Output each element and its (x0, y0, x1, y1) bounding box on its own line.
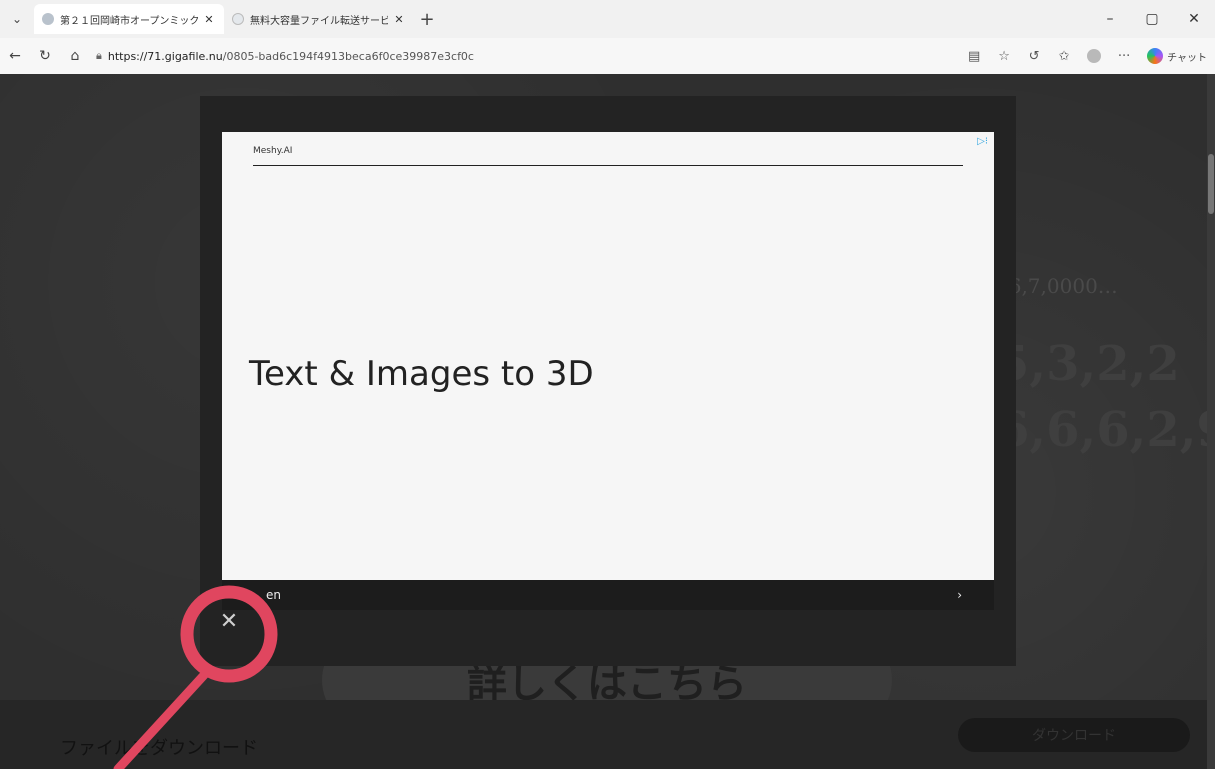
ad-creative[interactable]: Meshy.AI ▷⁝ Text & Images to 3D (222, 132, 994, 610)
bg-count-1: 5,3,2,2 (996, 336, 1180, 392)
ad-sponsor: Meshy.AI (253, 146, 293, 156)
favicon-icon (42, 13, 54, 25)
page-scrollbar[interactable] (1207, 74, 1215, 769)
close-icon[interactable]: ✕ (1173, 11, 1215, 27)
download-label: ファイルをダウンロード (60, 738, 258, 759)
tab-close-button[interactable]: ✕ (392, 13, 406, 26)
home-icon[interactable]: ⌂ (60, 41, 90, 71)
ad-headline: Text & Images to 3D (249, 354, 594, 394)
copilot-icon (1147, 48, 1164, 64)
tab-2[interactable]: 無料大容量ファイル転送サービス Gi ✕ (224, 4, 414, 34)
restore-icon[interactable]: ▢ (1131, 11, 1173, 27)
ad-close-button[interactable]: ✕ (216, 608, 242, 634)
address-bar[interactable]: 🔒︎ https://71.gigafile.nu/0805-bad6c194f… (96, 43, 926, 69)
bg-count-2: 6,6,6,2,9 (996, 402, 1215, 458)
lock-icon: 🔒︎ (96, 49, 102, 62)
toolbar-actions: ▤ ☆ ↺ ✩ ··· チャット (961, 38, 1207, 74)
copilot-label: チャット (1167, 52, 1207, 64)
copilot-button[interactable]: チャット (1147, 48, 1207, 64)
browser-window: ⌄ 第２１回岡崎市オープンミックスパド ✕ 無料大容量ファイル転送サービス Gi… (0, 0, 1215, 769)
adchoices-icon[interactable]: ▷⁝ (977, 136, 988, 147)
url-host: https://71.gigafile.nu (107, 49, 223, 63)
tab-strip: ⌄ 第２１回岡崎市オープンミックスパド ✕ 無料大容量ファイル転送サービス Gi… (0, 0, 1215, 38)
tab-1[interactable]: 第２１回岡崎市オープンミックスパド ✕ (34, 4, 224, 34)
tab-title: 無料大容量ファイル転送サービス Gi (250, 15, 388, 27)
tab-list-button[interactable]: ⌄ (0, 4, 34, 34)
minimize-icon[interactable]: – (1089, 11, 1131, 27)
more-icon[interactable]: ··· (1111, 49, 1137, 64)
favorites-icon[interactable]: ✩ (1051, 49, 1077, 64)
reading-view-icon[interactable]: ▤ (961, 49, 987, 64)
tab-title: 第２１回岡崎市オープンミックスパド (60, 15, 198, 27)
globe-icon (232, 13, 244, 25)
window-controls: – ▢ ✕ (1089, 0, 1215, 38)
favorite-star-icon[interactable]: ☆ (991, 49, 1017, 64)
back-icon[interactable]: ← (0, 41, 30, 71)
page-content: 16,7,0000… 5,3,2,2 6,6,6,2,9 詳しくはこちら ファイ… (0, 74, 1215, 769)
chevron-down-icon: ⌄ (11, 12, 23, 26)
download-button[interactable]: ダウンロード (958, 718, 1190, 752)
profile-avatar[interactable] (1087, 49, 1102, 63)
url-path: /0805-bad6c194f4913beca6f0ce39987e3cf0c (222, 49, 474, 63)
chevron-right-icon: › (957, 588, 962, 602)
refresh-icon[interactable]: ↻ (30, 41, 60, 71)
ad-bar-label: en (266, 588, 281, 602)
ad-divider (253, 165, 963, 166)
new-tab-button[interactable]: + (414, 6, 440, 32)
scrollbar-thumb[interactable] (1208, 154, 1214, 214)
ad-cta-bar[interactable]: en › (222, 580, 994, 610)
extensions-icon[interactable]: ↺ (1021, 49, 1047, 64)
tab-close-button[interactable]: ✕ (202, 13, 216, 26)
browser-toolbar: ← ↻ ⌂ 🔒︎ https://71.gigafile.nu/0805-bad… (0, 38, 1215, 74)
